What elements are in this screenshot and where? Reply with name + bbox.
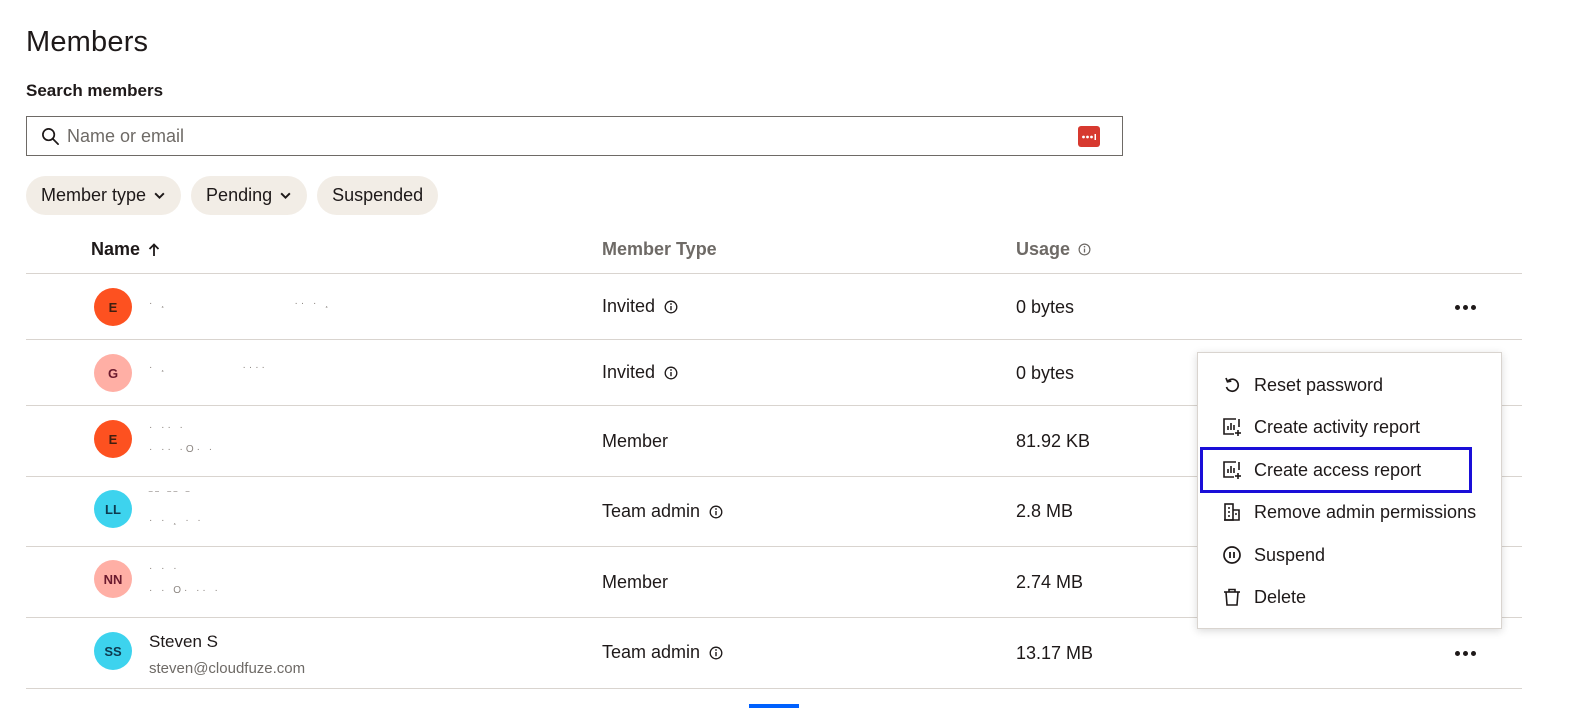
avatar: NN bbox=[94, 560, 132, 598]
trash-icon bbox=[1224, 588, 1240, 606]
menu-item-label: Create activity report bbox=[1254, 416, 1421, 437]
chevron-down-icon bbox=[154, 192, 165, 200]
column-header-label: Member Type bbox=[602, 239, 717, 259]
search-box[interactable] bbox=[26, 116, 1123, 156]
menu-item-label: Create access report bbox=[1254, 459, 1422, 480]
filter-pending[interactable]: Pending bbox=[191, 176, 308, 215]
more-actions-button[interactable] bbox=[1452, 297, 1478, 317]
member-type-label: Invited bbox=[602, 296, 656, 316]
info-icon[interactable] bbox=[664, 300, 678, 314]
avatar: G bbox=[94, 354, 132, 392]
dot bbox=[1454, 304, 1460, 310]
menu-item-label: Suspend bbox=[1254, 544, 1326, 565]
filter-label: Pending bbox=[206, 185, 273, 205]
column-header-name[interactable]: Name bbox=[91, 239, 160, 260]
member-email: steven@cloudfuze.com bbox=[149, 660, 306, 677]
redacted-name: ‾‾ ‾‾ ‾ bbox=[149, 491, 193, 502]
redacted-email: · · ¸ · · bbox=[149, 515, 204, 526]
redacted-email: · · O· ·· · bbox=[149, 585, 221, 596]
row-actions-menu: Reset password Create activity report Cr… bbox=[1197, 352, 1502, 629]
filter-label: Suspended bbox=[332, 185, 424, 205]
table-row[interactable]: E · ¸ ·· · ¸ Invited 0 bytes bbox=[26, 274, 1522, 340]
member-type-label: Member bbox=[602, 431, 669, 451]
search-label: Search members bbox=[26, 81, 164, 100]
redacted-name: · ¸ ···· bbox=[149, 362, 268, 373]
member-type-label: Team admin bbox=[602, 642, 701, 662]
column-header-usage[interactable]: Usage bbox=[1016, 239, 1091, 260]
menu-item-create-access-report[interactable]: Create access report bbox=[1222, 452, 1421, 488]
filter-member-type[interactable]: Member type bbox=[26, 176, 182, 215]
menu-item-label: Remove admin permissions bbox=[1254, 501, 1477, 522]
usage-cell: 0 bytes bbox=[1016, 297, 1075, 317]
pause-icon bbox=[1223, 546, 1241, 564]
filter-label: Member type bbox=[41, 185, 147, 205]
usage-cell: 81.92 KB bbox=[1016, 431, 1091, 451]
info-icon[interactable] bbox=[709, 646, 723, 660]
usage-cell: 2.8 MB bbox=[1016, 501, 1074, 521]
member-type-label: Invited bbox=[602, 362, 656, 382]
table-header: Name Member Type Usage bbox=[26, 226, 1522, 274]
menu-item-remove-admin-permissions[interactable]: Remove admin permissions bbox=[1222, 494, 1476, 530]
avatar: E bbox=[94, 420, 132, 458]
redacted-email: · ·· ·O· · bbox=[149, 444, 216, 455]
member-name[interactable]: Steven S bbox=[149, 632, 218, 652]
menu-item-reset-password[interactable]: Reset password bbox=[1222, 367, 1383, 403]
dot bbox=[1470, 304, 1476, 310]
member-type-cell: Member bbox=[602, 572, 668, 593]
member-type-cell: Invited bbox=[602, 362, 678, 383]
avatar: LL bbox=[94, 490, 132, 528]
column-header-label: Usage bbox=[1016, 239, 1071, 259]
dot bbox=[1470, 650, 1476, 656]
menu-item-delete[interactable]: Delete bbox=[1222, 579, 1306, 615]
info-icon[interactable] bbox=[664, 366, 678, 380]
column-header-member-type[interactable]: Member Type bbox=[602, 239, 717, 260]
menu-item-suspend[interactable]: Suspend bbox=[1222, 537, 1325, 573]
redacted-name: · ·· · bbox=[149, 422, 186, 433]
avatar: SS bbox=[94, 632, 132, 670]
info-icon[interactable] bbox=[709, 505, 723, 519]
redacted-name: · ¸ ·· · ¸ bbox=[149, 298, 332, 309]
search-icon bbox=[42, 127, 59, 145]
column-header-label: Name bbox=[91, 239, 141, 259]
password-manager-icon[interactable] bbox=[1078, 126, 1100, 147]
menu-item-label: Delete bbox=[1254, 586, 1307, 607]
usage-cell: 13.17 MB bbox=[1016, 643, 1094, 663]
filter-bar: Member type Pending Suspended bbox=[26, 176, 439, 215]
search-input[interactable] bbox=[67, 125, 1047, 147]
info-icon[interactable] bbox=[1078, 243, 1091, 256]
member-type-cell: Member bbox=[602, 431, 668, 452]
sort-arrow-up-icon bbox=[148, 242, 160, 256]
more-actions-button[interactable] bbox=[1452, 643, 1478, 663]
member-type-cell: Invited bbox=[602, 296, 678, 317]
usage-cell: 0 bytes bbox=[1016, 363, 1075, 383]
member-type-cell: Team admin bbox=[602, 501, 723, 522]
chevron-down-icon bbox=[280, 192, 291, 200]
menu-item-create-activity-report[interactable]: Create activity report bbox=[1222, 409, 1420, 445]
page-title: Members bbox=[26, 26, 149, 58]
usage-cell: 2.74 MB bbox=[1016, 572, 1084, 592]
filter-suspended[interactable]: Suspended bbox=[317, 176, 439, 215]
member-type-cell: Team admin bbox=[602, 642, 723, 663]
dot bbox=[1462, 304, 1468, 310]
reset-icon bbox=[1225, 377, 1240, 393]
member-type-label: Team admin bbox=[602, 501, 701, 521]
building-icon bbox=[1224, 503, 1240, 521]
redacted-name: · · · bbox=[149, 563, 180, 574]
report-icon bbox=[1223, 461, 1241, 479]
scroll-indicator bbox=[749, 704, 799, 708]
report-icon bbox=[1223, 418, 1241, 436]
dot bbox=[1462, 650, 1468, 656]
dot bbox=[1454, 650, 1460, 656]
avatar: E bbox=[94, 288, 132, 326]
member-type-label: Member bbox=[602, 572, 669, 592]
menu-item-label: Reset password bbox=[1254, 374, 1384, 395]
